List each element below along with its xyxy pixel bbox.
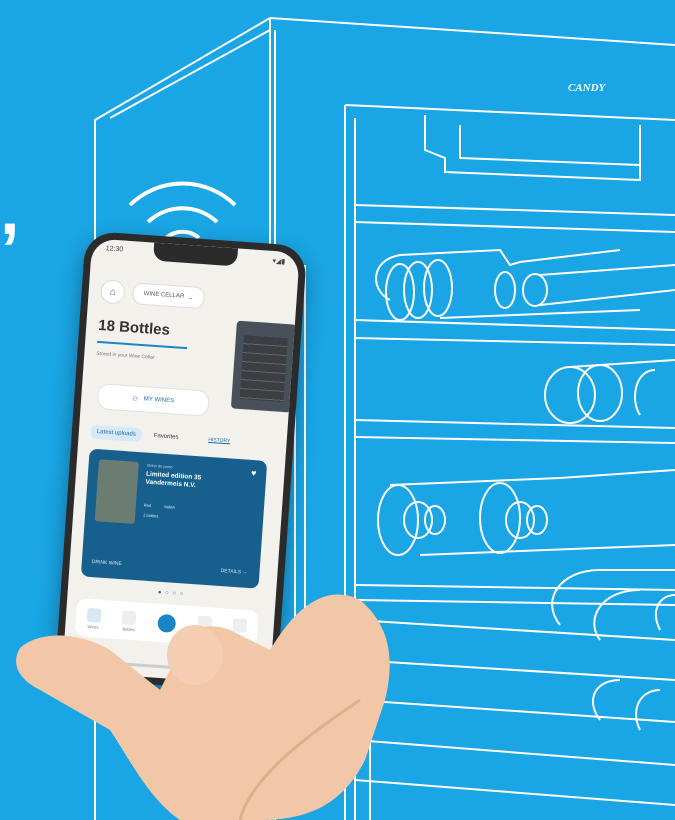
hand-illustration: [16, 594, 390, 820]
hero-illustration: , CANDY 12:30 ▾◢▮ ⌂ WINE CELLAR ⌄ 18 Bot…: [0, 0, 675, 820]
